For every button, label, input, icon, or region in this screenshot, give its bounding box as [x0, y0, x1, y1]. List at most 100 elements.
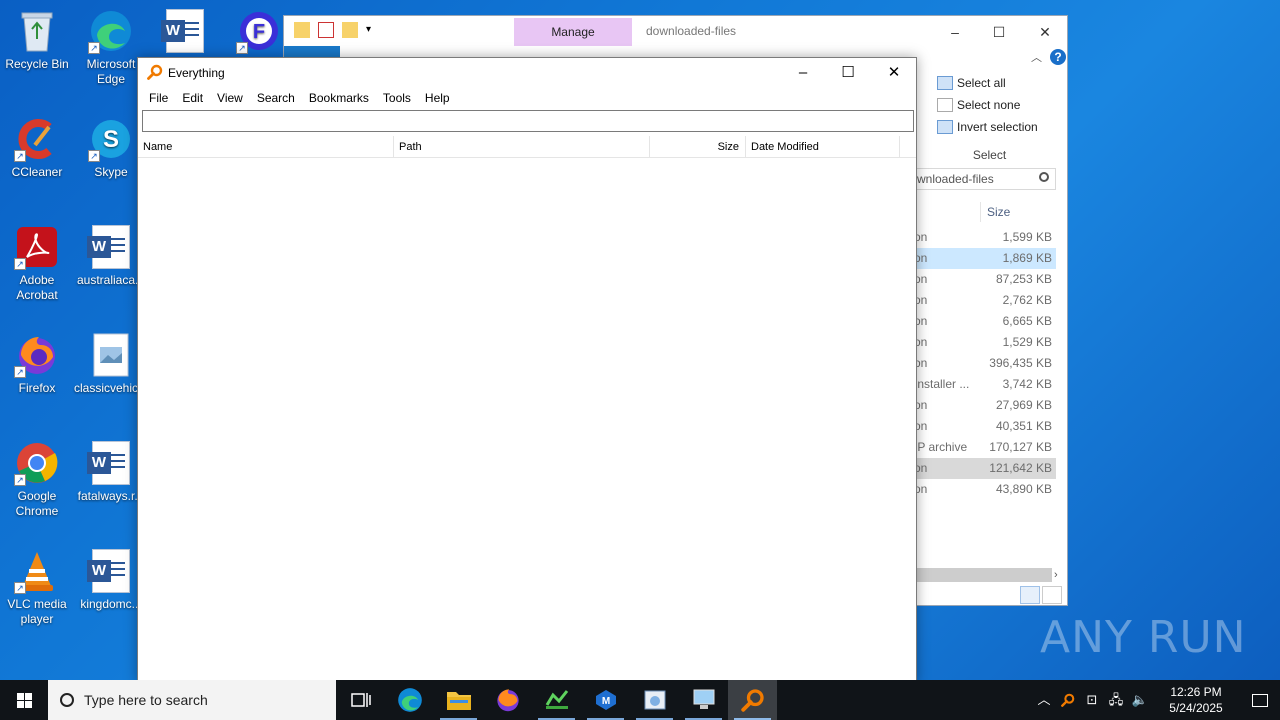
close-button[interactable]: ✕: [871, 58, 917, 88]
large-icons-view-icon[interactable]: [1042, 586, 1062, 604]
folder-icon: [446, 692, 471, 710]
menu-bookmarks[interactable]: Bookmarks: [302, 88, 376, 108]
desktop-icon-recycle-bin[interactable]: Recycle Bin: [0, 8, 74, 72]
properties-icon[interactable]: [318, 22, 334, 38]
table-row[interactable]: on 27,969 KB: [914, 395, 1056, 416]
menu-tools[interactable]: Tools: [376, 88, 418, 108]
skype-icon: S ↗: [88, 116, 134, 162]
view-buttons: [1020, 586, 1062, 604]
menu-bar: File Edit View Search Bookmarks Tools He…: [138, 88, 457, 108]
new-folder-icon[interactable]: [342, 22, 358, 38]
table-row[interactable]: Installer ... 3,742 KB: [914, 374, 1056, 395]
table-row[interactable]: on 1,599 KB: [914, 227, 1056, 248]
desktop-icon-ccleaner[interactable]: ↗ CCleaner: [0, 116, 74, 180]
select-none-icon: [937, 98, 953, 112]
network-icon[interactable]: 🖧: [1104, 680, 1128, 720]
table-row[interactable]: on 43,890 KB: [914, 479, 1056, 500]
table-row[interactable]: on 121,642 KB: [914, 458, 1056, 479]
menu-search[interactable]: Search: [250, 88, 302, 108]
desktop-icon-firefox[interactable]: ↗ Firefox: [0, 332, 74, 396]
table-row[interactable]: on 6,665 KB: [914, 311, 1056, 332]
adobe-acrobat-icon: ↗: [14, 224, 60, 270]
desktop-icon-adobe-acrobat[interactable]: ↗ Adobe Acrobat: [0, 224, 74, 303]
everything-titlebar[interactable]: Everything – ☐ ✕: [138, 58, 916, 88]
desktop-icon-google-chrome[interactable]: ↗ Google Chrome: [0, 440, 74, 519]
taskbar-apps: M: [336, 680, 777, 720]
table-row[interactable]: on 87,253 KB: [914, 269, 1056, 290]
edge-icon: ↗: [88, 8, 134, 54]
select-all-button[interactable]: Select all: [915, 72, 1064, 94]
column-header-date-modified[interactable]: Date Modified: [746, 136, 900, 158]
minimize-button[interactable]: –: [932, 20, 978, 44]
firefox-icon: ↗: [14, 332, 60, 378]
notification-center-button[interactable]: [1240, 680, 1280, 720]
column-header-path[interactable]: Path: [394, 136, 650, 158]
scroll-right-icon[interactable]: ›: [1054, 568, 1066, 582]
taskbar-everything[interactable]: [728, 680, 777, 720]
select-none-button[interactable]: Select none: [915, 94, 1064, 116]
taskbar-search-box[interactable]: Type here to search: [48, 680, 336, 720]
desktop-icon-label: Firefox: [18, 381, 56, 395]
menu-view[interactable]: View: [210, 88, 250, 108]
menu-edit[interactable]: Edit: [175, 88, 210, 108]
start-button[interactable]: [0, 680, 48, 720]
word-document-icon: W: [87, 440, 134, 486]
explorer-file-list: on 1,599 KB on 1,869 KB on 87,253 KB on 2,76…: [914, 227, 1056, 500]
taskbar-clock[interactable]: 12:26 PM 5/24/2025: [1152, 684, 1240, 716]
explorer-search-box[interactable]: wnloaded-files: [912, 168, 1056, 190]
table-row[interactable]: on 396,435 KB: [914, 353, 1056, 374]
explorer-titlebar[interactable]: ▾ Manage downloaded-files – ☐ ✕: [284, 16, 1067, 46]
taskbar-app-green[interactable]: [532, 680, 581, 720]
results-list[interactable]: [138, 159, 916, 681]
desktop-icon-vlc[interactable]: ↗ VLC media player: [0, 548, 74, 627]
taskbar-app-malwarebytes[interactable]: M: [581, 680, 630, 720]
table-row[interactable]: on 1,869 KB: [914, 248, 1056, 269]
invert-selection-button[interactable]: Invert selection: [915, 116, 1064, 138]
details-view-icon[interactable]: [1020, 586, 1040, 604]
taskbar-firefox[interactable]: [483, 680, 532, 720]
results-column-header: Name Path Size Date Modified: [138, 136, 916, 158]
folder-icon[interactable]: [294, 22, 310, 38]
shortcut-arrow-icon: ↗: [88, 42, 100, 54]
volume-icon[interactable]: 🔈: [1128, 680, 1152, 720]
column-header-size[interactable]: Size: [980, 202, 1058, 222]
maximize-button[interactable]: ☐: [825, 58, 871, 88]
menu-help[interactable]: Help: [418, 88, 457, 108]
network-monitor-icon: [545, 690, 568, 709]
minimize-button[interactable]: –: [780, 58, 826, 88]
search-input[interactable]: [142, 110, 914, 132]
recycle-bin-icon: [14, 8, 60, 54]
close-button[interactable]: ✕: [1022, 20, 1068, 44]
desktop-icon-label: VLC media player: [7, 597, 67, 626]
taskbar-file-explorer[interactable]: [434, 680, 483, 720]
menu-file[interactable]: File: [142, 88, 175, 108]
column-header-size[interactable]: Size: [650, 136, 746, 158]
ribbon-select-group: Select all Select none Invert selection …: [914, 72, 1064, 162]
table-row[interactable]: on 1,529 KB: [914, 332, 1056, 353]
chevron-down-icon[interactable]: ▾: [366, 22, 382, 38]
column-header-name[interactable]: Name: [138, 136, 394, 158]
word-document-icon: W: [161, 8, 208, 54]
chevron-up-icon[interactable]: ︿: [1032, 680, 1056, 720]
taskbar-app-computer[interactable]: [679, 680, 728, 720]
select-all-icon: [937, 76, 953, 90]
maximize-button[interactable]: ☐: [976, 20, 1022, 44]
desktop-icon-word-top[interactable]: W: [148, 8, 222, 57]
ribbon-group-label: Select: [972, 148, 1007, 162]
tray-device-icon[interactable]: ⊡: [1080, 680, 1104, 720]
horizontal-scrollbar[interactable]: [914, 568, 1052, 582]
table-row[interactable]: on 2,762 KB: [914, 290, 1056, 311]
task-view-button[interactable]: [336, 680, 385, 720]
help-icon[interactable]: ?: [1050, 49, 1066, 65]
table-row[interactable]: on 40,351 KB: [914, 416, 1056, 437]
everything-tray-icon[interactable]: [1056, 680, 1080, 720]
table-row[interactable]: IP archive 170,127 KB: [914, 437, 1056, 458]
desktop-icon-label: Google Chrome: [15, 489, 59, 518]
taskbar-edge[interactable]: [385, 680, 434, 720]
taskbar-app-installer[interactable]: [630, 680, 679, 720]
chevron-up-icon[interactable]: ︿: [1031, 49, 1042, 65]
tab-manage[interactable]: Manage: [514, 18, 632, 46]
shortcut-arrow-icon: ↗: [14, 474, 26, 486]
shortcut-arrow-icon: ↗: [88, 150, 100, 162]
everything-window[interactable]: Everything – ☐ ✕ File Edit View Search B…: [137, 57, 917, 683]
